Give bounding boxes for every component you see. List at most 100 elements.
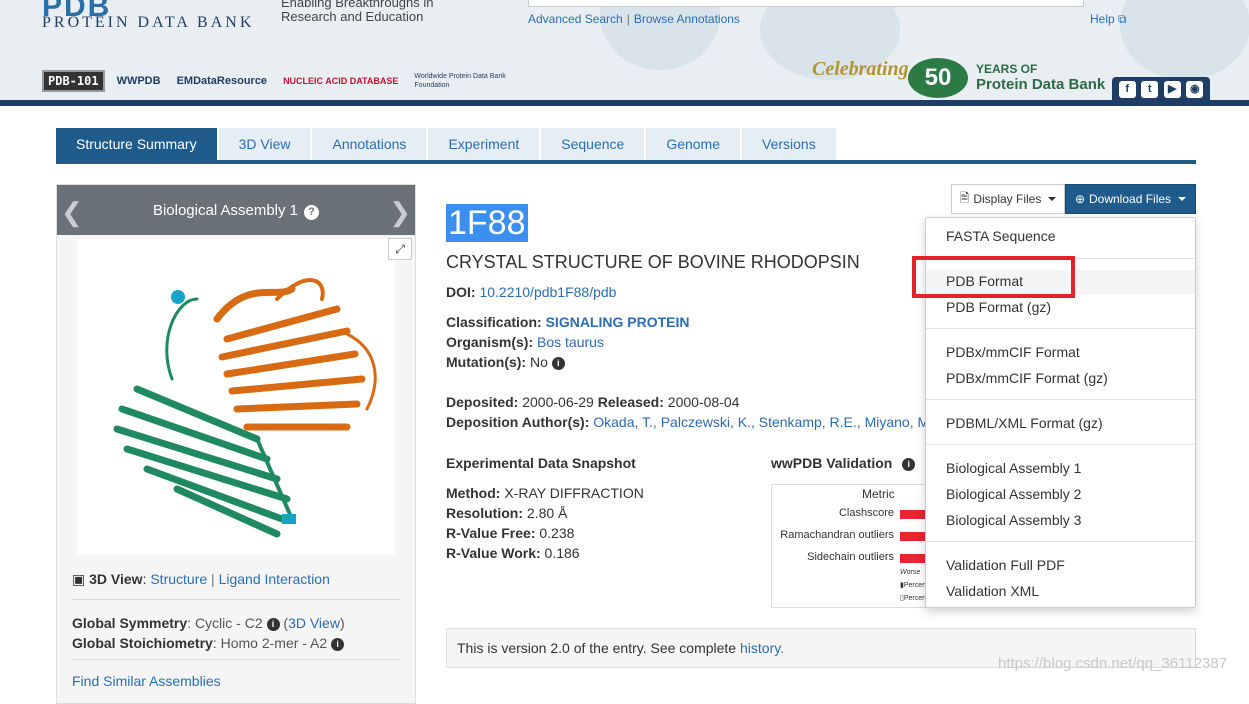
symmetry-3d-view-link[interactable]: 3D View	[288, 615, 340, 631]
info-icon[interactable]: i	[551, 357, 565, 370]
tab-sequence[interactable]: Sequence	[541, 128, 645, 160]
tab-experiment[interactable]: Experiment	[428, 128, 540, 160]
organism-link[interactable]: Bos taurus	[537, 334, 604, 350]
expand-icon[interactable]: ⤢	[388, 238, 412, 260]
info-icon[interactable]: i	[331, 638, 345, 651]
tagline: Enabling Breakthroughs in Research and E…	[281, 0, 434, 24]
pdb-logo-text[interactable]: PROTEIN DATA BANK	[42, 14, 254, 32]
search-input[interactable]	[528, 0, 1084, 7]
help-icon[interactable]: ?	[304, 205, 320, 220]
youtube-icon[interactable]: ▶	[1163, 81, 1181, 98]
tab-structure-summary[interactable]: Structure Summary	[56, 128, 217, 160]
history-link[interactable]: history.	[740, 640, 784, 656]
legend-label: Percen	[903, 582, 927, 589]
author-link[interactable]: Okada, T.,	[593, 414, 657, 430]
structure-view-link[interactable]: Structure	[150, 571, 207, 587]
protein-data-bank: Protein Data Bank	[976, 76, 1106, 93]
resolution-label: Resolution:	[446, 505, 523, 521]
legend-label: Percen	[903, 595, 927, 602]
symmetry-value: Cyclic - C2	[194, 615, 263, 631]
find-similar-assemblies-link[interactable]: Find Similar Assemblies	[72, 673, 221, 689]
header-divider	[0, 100, 1249, 106]
legend-item: ▯Percen	[900, 595, 927, 602]
validation-row-label: Ramachandran outliers	[780, 529, 894, 541]
ndb-logo[interactable]: NUCLEIC ACID DATABASE	[279, 68, 402, 94]
pdb101-logo[interactable]: PDB-101	[42, 70, 105, 92]
tab-3d-view[interactable]: 3D View	[218, 128, 311, 160]
organism-label: Organism(s):	[446, 334, 534, 350]
mutation-value: No	[529, 354, 548, 370]
author-link[interactable]: Stenkamp, R.E.,	[759, 414, 861, 430]
menu-item-biological-assembly-3[interactable]: Biological Assembly 3	[946, 512, 1081, 528]
ligand-interaction-link[interactable]: Ligand Interaction	[219, 571, 330, 587]
released-value: 2000-08-04	[667, 394, 740, 410]
organism-line: Organism(s): Bos taurus	[446, 334, 604, 350]
fifty-years-badge: 50	[908, 58, 968, 98]
download-files-label: Download Files	[1089, 192, 1172, 206]
author-link[interactable]: Miyano, M	[865, 414, 926, 430]
doi-label: DOI:	[446, 284, 476, 300]
rfree-line: R-Value Free: 0.238	[446, 525, 574, 541]
menu-item-validation-xml[interactable]: Validation XML	[946, 583, 1039, 599]
classification-line: Classification: SIGNALING PROTEIN	[446, 314, 690, 330]
facebook-icon[interactable]: f	[1118, 81, 1136, 98]
mutation-line: Mutation(s): No i	[446, 354, 565, 370]
help-link[interactable]: Help ⧉	[1090, 12, 1127, 27]
wwpdb-validation-title: wwPDB Validation i	[771, 455, 916, 471]
twitter-icon[interactable]: t	[1141, 81, 1159, 98]
author-link[interactable]: Palczewski, K.,	[661, 414, 755, 430]
menu-item-biological-assembly-2[interactable]: Biological Assembly 2	[946, 486, 1081, 502]
menu-item-validation-full-pdf[interactable]: Validation Full PDF	[946, 557, 1065, 573]
view-3d-label: 3D View	[89, 571, 143, 587]
view-3d-links: ▣ 3D View: Structure | Ligand Interactio…	[72, 571, 330, 587]
entry-tabs: Structure Summary 3D View Annotations Ex…	[56, 128, 836, 160]
menu-item-biological-assembly-1[interactable]: Biological Assembly 1	[946, 460, 1081, 476]
menu-item-pdb-format-gz[interactable]: PDB Format (gz)	[946, 299, 1051, 315]
celebrating-text: Celebrating	[812, 58, 909, 80]
emdataresource-logo[interactable]: EMDataResource	[173, 68, 271, 94]
pdb-id: 1F88	[446, 204, 528, 242]
version-text: This is version 2.0 of the entry. See co…	[457, 640, 740, 656]
wwpdb-foundation-logo[interactable]: Worldwide Protein Data Bank Foundation	[410, 68, 510, 94]
github-icon[interactable]: ◉	[1186, 81, 1204, 98]
doi-link[interactable]: 10.2210/pdb1F88/pdb	[479, 284, 616, 300]
validation-slider-image[interactable]: Metric Clashscore Ramachandran outliers …	[771, 484, 931, 608]
symmetry-info: Global Symmetry: Cyclic - C2 i (3D View)…	[72, 613, 345, 653]
wwpdb-title-text: wwPDB Validation	[771, 455, 893, 471]
search-links: Advanced Search | Browse Annotations	[528, 12, 740, 26]
classification-label: Classification:	[446, 314, 542, 330]
menu-item-pdbx-mmcif[interactable]: PDBx/mmCIF Format	[946, 344, 1080, 360]
rwork-value: 0.186	[544, 545, 580, 561]
dates-line: Deposited: 2000-06-29 Released: 2000-08-…	[446, 394, 739, 410]
tab-versions[interactable]: Versions	[742, 128, 836, 160]
ligand-marker	[171, 290, 185, 304]
classification-link[interactable]: SIGNALING PROTEIN	[546, 314, 690, 330]
menu-item-fasta-sequence[interactable]: FASTA Sequence	[946, 228, 1055, 244]
chevron-right-icon[interactable]: ❯	[389, 197, 411, 228]
years-of: YEARS OF	[976, 62, 1038, 76]
molecule-image[interactable]	[77, 239, 395, 555]
tab-underline	[56, 160, 1196, 164]
social-links: f t ▶ ◉	[1112, 77, 1210, 102]
display-files-button[interactable]: 🗎 Display Files	[951, 184, 1065, 214]
method-line: Method: X-RAY DIFFRACTION	[446, 485, 644, 501]
menu-item-pdbx-mmcif-gz[interactable]: PDBx/mmCIF Format (gz)	[946, 370, 1108, 386]
download-files-button[interactable]: ⊕ Download Files	[1065, 184, 1196, 214]
metric-header: Metric	[862, 487, 895, 501]
watermark: https://blog.csdn.net/qq_36112387	[998, 655, 1228, 672]
partner-logos: PDB-101 WWPDB EMDataResource NUCLEIC ACI…	[42, 68, 510, 94]
tab-annotations[interactable]: Annotations	[312, 128, 427, 160]
header-decoration	[1120, 0, 1249, 80]
advanced-search-link[interactable]: Advanced Search	[528, 12, 623, 26]
anniversary-text: YEARS OF Protein Data Bank	[976, 62, 1105, 92]
resolution-line: Resolution: 2.80 Å	[446, 505, 567, 521]
wwpdb-logo[interactable]: WWPDB	[113, 68, 165, 94]
tab-genome[interactable]: Genome	[646, 128, 741, 160]
info-icon[interactable]: i	[902, 458, 916, 471]
rfree-label: R-Value Free:	[446, 525, 536, 541]
released-label: Released:	[597, 394, 664, 410]
browse-annotations-link[interactable]: Browse Annotations	[634, 12, 740, 26]
authors-line: Deposition Author(s): Okada, T., Palczew…	[446, 414, 926, 430]
info-icon[interactable]: i	[266, 618, 280, 631]
menu-item-pdbml-xml-gz[interactable]: PDBML/XML Format (gz)	[946, 415, 1103, 431]
